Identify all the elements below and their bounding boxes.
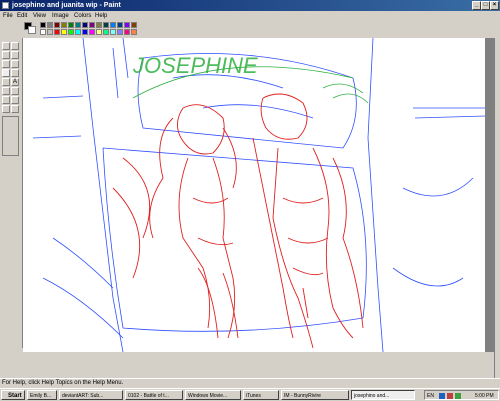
taskbar: Start Emily B... deviantART: Sub... 0102… xyxy=(0,388,500,401)
drawing-canvas[interactable]: JOSEPHINE xyxy=(23,37,486,353)
fill-icon[interactable] xyxy=(11,51,19,59)
palette-swatch[interactable] xyxy=(96,29,102,35)
color-palette xyxy=(0,21,500,38)
palette-swatch[interactable] xyxy=(40,29,46,35)
status-text: For Help, click Help Topics on the Help … xyxy=(2,380,124,386)
brush-icon[interactable] xyxy=(11,69,19,77)
rounded-rect-icon[interactable] xyxy=(11,105,19,113)
sketch-drawing: JOSEPHINE xyxy=(32,37,486,353)
system-tray: EN 5:00 PM xyxy=(424,390,499,400)
palette-swatch[interactable] xyxy=(54,29,60,35)
free-select-icon[interactable] xyxy=(2,42,10,50)
window-title: josephino and juanita wip - Paint xyxy=(12,2,121,9)
palette-swatch[interactable] xyxy=(54,22,60,28)
tool-options-box[interactable] xyxy=(2,116,19,156)
palette-swatch[interactable] xyxy=(96,22,102,28)
palette-swatch[interactable] xyxy=(47,29,53,35)
palette-swatch[interactable] xyxy=(75,29,81,35)
palette-swatch[interactable] xyxy=(61,29,67,35)
canvas-text: JOSEPHINE xyxy=(132,53,258,78)
ellipse-icon[interactable] xyxy=(2,105,10,113)
palette-swatch[interactable] xyxy=(124,29,130,35)
palette-swatch[interactable] xyxy=(47,22,53,28)
paint-app-icon xyxy=(2,2,9,9)
palette-swatch[interactable] xyxy=(117,22,123,28)
eraser-icon[interactable] xyxy=(2,51,10,59)
tray-icon[interactable] xyxy=(447,393,453,399)
menu-bar: File Edit View Image Colors Help xyxy=(0,11,500,21)
curve-icon[interactable] xyxy=(11,87,19,95)
taskbar-item[interactable]: IM - BunnyRivire xyxy=(281,390,349,400)
rect-select-icon[interactable] xyxy=(11,42,19,50)
text-icon[interactable]: A xyxy=(11,78,19,86)
magnifier-icon[interactable] xyxy=(11,60,19,68)
palette-swatch[interactable] xyxy=(40,22,46,28)
taskbar-item[interactable]: 0102 - Battle of t... xyxy=(125,390,183,400)
taskbar-item[interactable]: Emily B... xyxy=(27,390,57,400)
menu-file[interactable]: File xyxy=(3,11,13,21)
palette-swatch[interactable] xyxy=(110,29,116,35)
palette-swatch[interactable] xyxy=(110,22,116,28)
taskbar-item[interactable]: deviantART: Sub... xyxy=(59,390,123,400)
palette-swatch[interactable] xyxy=(131,29,137,35)
close-button[interactable]: × xyxy=(490,1,499,10)
palette-swatch[interactable] xyxy=(68,22,74,28)
background-color[interactable] xyxy=(28,26,36,34)
toolbox: A xyxy=(0,38,23,348)
picker-icon[interactable] xyxy=(2,60,10,68)
taskbar-item[interactable]: Windows Movie... xyxy=(185,390,241,400)
tray-icon[interactable] xyxy=(455,393,461,399)
minimize-button[interactable]: _ xyxy=(472,1,481,10)
palette-swatch[interactable] xyxy=(68,29,74,35)
airbrush-icon[interactable] xyxy=(2,78,10,86)
palette-swatch[interactable] xyxy=(61,22,67,28)
menu-image[interactable]: Image xyxy=(52,11,69,21)
taskbar-item-active[interactable]: josephino and... xyxy=(351,390,415,400)
maximize-button[interactable]: □ xyxy=(481,1,490,10)
palette-swatch[interactable] xyxy=(131,22,137,28)
menu-edit[interactable]: Edit xyxy=(17,11,27,21)
palette-swatch[interactable] xyxy=(82,29,88,35)
menu-help[interactable]: Help xyxy=(95,11,107,21)
polygon-icon[interactable] xyxy=(11,96,19,104)
palette-swatch[interactable] xyxy=(103,22,109,28)
tray-icon[interactable] xyxy=(439,393,445,399)
palette-swatch[interactable] xyxy=(82,22,88,28)
status-bar: For Help, click Help Topics on the Help … xyxy=(0,378,500,388)
palette-swatch[interactable] xyxy=(89,22,95,28)
start-button[interactable]: Start xyxy=(1,390,25,400)
menu-colors[interactable]: Colors xyxy=(74,11,91,21)
rectangle-icon[interactable] xyxy=(2,96,10,104)
palette-swatch[interactable] xyxy=(89,29,95,35)
vertical-scrollbar[interactable] xyxy=(494,38,500,378)
title-bar: josephino and juanita wip - Paint _ □ × xyxy=(0,0,500,11)
palette-swatch[interactable] xyxy=(103,29,109,35)
canvas-area: JOSEPHINE xyxy=(23,37,494,353)
line-icon[interactable] xyxy=(2,87,10,95)
taskbar-item[interactable]: iTunes xyxy=(243,390,279,400)
palette-swatch[interactable] xyxy=(75,22,81,28)
palette-swatch[interactable] xyxy=(124,22,130,28)
pencil-icon[interactable] xyxy=(2,69,10,77)
palette-swatch[interactable] xyxy=(117,29,123,35)
menu-view[interactable]: View xyxy=(33,11,46,21)
